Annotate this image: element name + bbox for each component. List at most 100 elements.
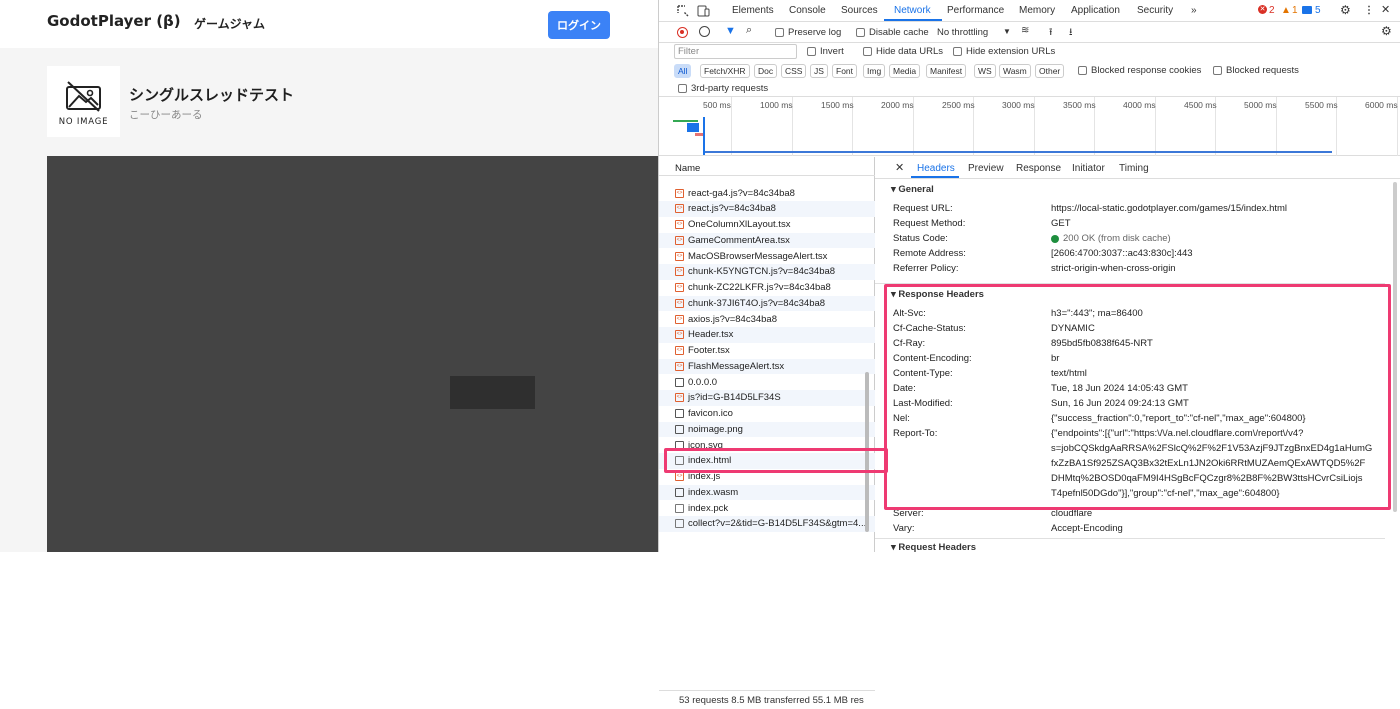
request-row[interactable]: collect?v=2&tid=G-B14D5LF34S&gtm=4... <box>659 516 875 532</box>
header-value[interactable]: strict-origin-when-cross-origin <box>1051 263 1176 274</box>
clear-icon[interactable] <box>699 26 710 37</box>
type-filter-all[interactable]: All <box>674 64 692 78</box>
request-row[interactable]: <> react.js?v=84c34ba8 <box>659 201 875 217</box>
request-row[interactable]: <> chunk-K5YNGTCN.js?v=84c34ba8 <box>659 264 875 280</box>
site-logo[interactable]: GodotPlayer (β) <box>47 12 181 30</box>
export-har-icon[interactable]: ⭳ <box>1069 25 1073 42</box>
search-icon[interactable]: ⌕ <box>746 24 752 37</box>
type-filter-css[interactable]: CSS <box>781 64 807 78</box>
warning-icon: ▲ <box>1281 5 1291 16</box>
close-details-icon[interactable]: ✕ <box>895 161 904 174</box>
invert-checkbox[interactable] <box>807 47 816 56</box>
kebab-menu-icon[interactable]: ⋮ <box>1364 5 1374 16</box>
close-devtools-icon[interactable]: ✕ <box>1381 3 1390 16</box>
type-filter-font[interactable]: Font <box>832 64 858 78</box>
request-headers-section-header[interactable]: ▾ Request Headers <box>891 542 976 553</box>
import-har-icon[interactable]: ⭱ <box>1049 25 1053 42</box>
type-filter-img[interactable]: Img <box>863 64 886 78</box>
more-tabs-button[interactable]: » <box>1191 5 1197 16</box>
general-section-header[interactable]: ▾ General <box>891 184 934 195</box>
third-party-checkbox[interactable] <box>678 84 687 93</box>
request-row[interactable]: index.pck <box>659 501 875 517</box>
device-toolbar-icon[interactable] <box>697 5 710 17</box>
preserve-log-checkbox[interactable] <box>775 28 784 37</box>
image-file-icon <box>675 409 684 418</box>
tab-preview[interactable]: Preview <box>968 163 1004 174</box>
status-dot-icon <box>1051 235 1059 243</box>
record-icon[interactable] <box>677 27 688 38</box>
blocked-requests-checkbox[interactable] <box>1213 66 1222 75</box>
tab-initiator[interactable]: Initiator <box>1072 163 1105 174</box>
header-key: Status Code: <box>893 233 948 244</box>
request-row[interactable]: <> axios.js?v=84c34ba8 <box>659 312 875 328</box>
network-settings-icon[interactable]: ⚙ <box>1381 24 1392 38</box>
request-row[interactable]: noimage.png <box>659 421 875 438</box>
request-row[interactable]: <> chunk-37JI6T4O.js?v=84c34ba8 <box>659 295 875 312</box>
tab-network[interactable]: Network <box>894 5 931 16</box>
name-column-header[interactable]: Name <box>659 157 875 176</box>
info-count[interactable]: 5 <box>1315 5 1321 16</box>
tab-sources[interactable]: Sources <box>841 5 878 16</box>
game-canvas[interactable] <box>47 156 658 552</box>
request-name: react-ga4.js?v=84c34ba8 <box>688 187 795 199</box>
warning-count[interactable]: 1 <box>1292 5 1298 16</box>
tab-elements[interactable]: Elements <box>732 5 774 16</box>
tab-response[interactable]: Response <box>1016 163 1061 174</box>
request-row[interactable]: favicon.ico <box>659 406 875 422</box>
timeline-tick: 3000 ms <box>1002 100 1035 110</box>
type-filter-ws[interactable]: WS <box>974 64 996 78</box>
tab-headers[interactable]: Headers <box>917 163 955 174</box>
timeline-tick: 2000 ms <box>881 100 914 110</box>
header-value[interactable]: Accept-Encoding <box>1051 523 1123 534</box>
tab-console[interactable]: Console <box>789 5 826 16</box>
request-row[interactable]: 0.0.0.0 <box>659 375 875 391</box>
request-row[interactable]: <> GameCommentArea.tsx <box>659 232 875 249</box>
active-tab-underline <box>884 19 942 21</box>
request-row[interactable]: <> Header.tsx <box>659 327 875 343</box>
header-value[interactable]: https://local-static.godotplayer.com/gam… <box>1051 203 1287 214</box>
nav-game-jam[interactable]: ゲームジャム <box>194 15 265 32</box>
type-filter-js[interactable]: JS <box>810 64 828 78</box>
request-row[interactable]: <> MacOSBrowserMessageAlert.tsx <box>659 249 875 265</box>
type-filter-wasm[interactable]: Wasm <box>999 64 1031 78</box>
request-row[interactable]: index.wasm <box>659 484 875 501</box>
tab-application[interactable]: Application <box>1071 5 1120 16</box>
hide-data-urls-checkbox[interactable] <box>863 47 872 56</box>
details-scrollbar[interactable] <box>1393 182 1397 512</box>
hide-extension-urls-checkbox[interactable] <box>953 47 962 56</box>
tab-security[interactable]: Security <box>1137 5 1173 16</box>
settings-gear-icon[interactable]: ⚙ <box>1340 3 1351 17</box>
inspect-element-icon[interactable] <box>677 5 689 17</box>
header-value[interactable]: GET <box>1051 218 1071 229</box>
status-summary: 53 requests 8.5 MB transferred 55.1 MB r… <box>659 690 875 709</box>
request-row[interactable]: <> FlashMessageAlert.tsx <box>659 358 875 375</box>
type-filter-manifest[interactable]: Manifest <box>926 64 967 78</box>
network-conditions-icon[interactable]: ≋ <box>1021 25 1029 36</box>
request-name: collect?v=2&tid=G-B14D5LF34S&gtm=4... <box>688 518 867 530</box>
request-row[interactable]: <> js?id=G-B14D5LF34S <box>659 390 875 406</box>
request-row[interactable]: <> OneColumnXlLayout.tsx <box>659 217 875 233</box>
request-row[interactable]: <> react-ga4.js?v=84c34ba8 <box>659 186 875 202</box>
timeline-tick: 1000 ms <box>760 100 793 110</box>
blocked-response-cookies-checkbox[interactable] <box>1078 66 1087 75</box>
request-row[interactable]: <> Footer.tsx <box>659 343 875 359</box>
type-filter-fetch-xhr[interactable]: Fetch/XHR <box>700 64 750 78</box>
header-key: Request URL: <box>893 203 953 214</box>
error-count[interactable]: 2 <box>1269 5 1275 16</box>
tab-performance[interactable]: Performance <box>947 5 1004 16</box>
request-row[interactable]: <> chunk-ZC22LKFR.js?v=84c34ba8 <box>659 280 875 296</box>
game-author[interactable]: こーひーあーる <box>129 107 203 122</box>
type-filter-doc[interactable]: Doc <box>754 64 778 78</box>
timeline-overview[interactable]: 500 ms 1000 ms 1500 ms 2000 ms 2500 ms 3… <box>659 97 1400 156</box>
login-button[interactable]: ログイン <box>548 11 610 39</box>
tab-timing[interactable]: Timing <box>1119 163 1149 174</box>
disable-cache-checkbox[interactable] <box>856 28 865 37</box>
header-value[interactable]: 200 OK (from disk cache) <box>1063 233 1171 244</box>
type-filter-other[interactable]: Other <box>1035 64 1065 78</box>
type-filter-media[interactable]: Media <box>889 64 921 78</box>
filter-input[interactable]: Filter <box>674 44 797 59</box>
tab-memory[interactable]: Memory <box>1019 5 1055 16</box>
throttling-select[interactable]: No throttling <box>937 27 988 38</box>
header-value[interactable]: [2606:4700:3037::ac43:830c]:443 <box>1051 248 1193 259</box>
filter-funnel-icon[interactable]: ▼ <box>725 25 736 37</box>
